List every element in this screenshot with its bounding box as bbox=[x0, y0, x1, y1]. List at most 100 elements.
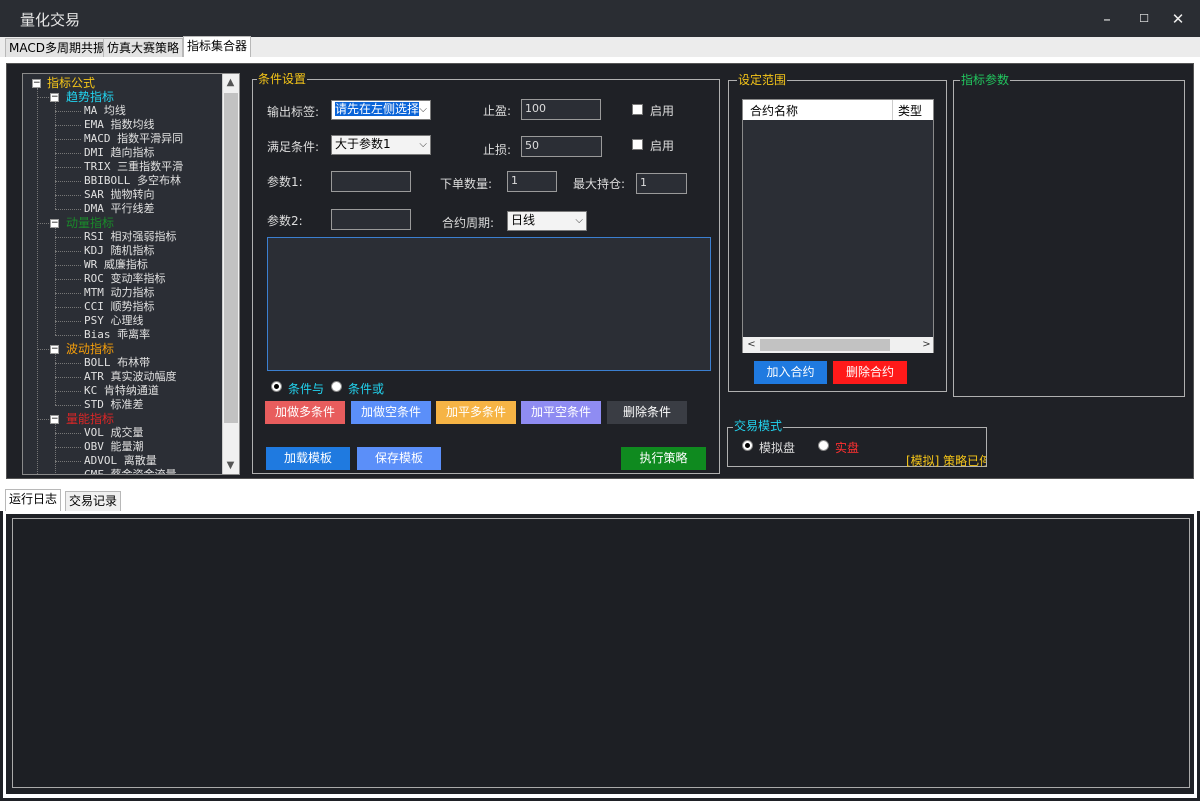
radio-sim-label: 模拟盘 bbox=[759, 441, 796, 455]
close-short-button[interactable]: 加平空条件 bbox=[521, 401, 601, 424]
close-icon[interactable]: ✕ bbox=[1166, 8, 1190, 30]
tree-item[interactable]: MA 均线 bbox=[84, 104, 126, 118]
radio-and[interactable] bbox=[271, 381, 282, 392]
add-long-button[interactable]: 加做多条件 bbox=[265, 401, 345, 424]
collapse-icon[interactable]: − bbox=[32, 79, 41, 88]
scroll-left-icon[interactable]: < bbox=[743, 339, 760, 350]
param2-input[interactable] bbox=[331, 209, 411, 230]
radio-real-label: 实盘 bbox=[835, 441, 860, 455]
tree-item[interactable]: SAR 抛物转向 bbox=[84, 188, 155, 202]
enable-label-1: 启用 bbox=[650, 104, 675, 118]
tree-item[interactable]: Bias 乖离率 bbox=[84, 328, 150, 342]
period-value: 日线 bbox=[511, 213, 536, 227]
tree-connector bbox=[55, 433, 81, 434]
tree-item[interactable]: PSY 心理线 bbox=[84, 314, 144, 328]
col-contract-name[interactable]: 合约名称 bbox=[750, 102, 798, 119]
tab-macd[interactable]: MACD多周期共振 bbox=[5, 38, 109, 57]
tab-trade-records[interactable]: 交易记录 bbox=[65, 491, 122, 511]
tree-item[interactable]: BBIBOLL 多空布林 bbox=[84, 174, 181, 188]
param1-input[interactable] bbox=[331, 171, 411, 192]
contract-list-scroll-thumb[interactable] bbox=[760, 339, 890, 351]
take-profit-checkbox[interactable] bbox=[632, 104, 643, 115]
params-group-label: 指标参数 bbox=[960, 73, 1011, 87]
tree-connector bbox=[55, 377, 81, 378]
save-template-button[interactable]: 保存模板 bbox=[357, 447, 441, 470]
add-contract-button[interactable]: 加入合约 bbox=[754, 361, 827, 384]
tree-item[interactable]: DMI 趋向指标 bbox=[84, 146, 155, 160]
tree-connector bbox=[37, 419, 51, 420]
delete-condition-button[interactable]: 删除条件 bbox=[607, 401, 687, 424]
tree-item[interactable]: MTM 动力指标 bbox=[84, 286, 155, 300]
strategy-status: [模拟] 策略已停 bbox=[906, 454, 986, 468]
scroll-up-icon[interactable]: ▲ bbox=[222, 77, 239, 88]
output-select[interactable]: 请先在左侧选择 ⌵ bbox=[331, 100, 431, 120]
collapse-icon[interactable]: − bbox=[50, 415, 59, 424]
tree-connector bbox=[55, 195, 81, 196]
tree-item[interactable]: CCI 顺势指标 bbox=[84, 300, 155, 314]
tree-connector bbox=[55, 265, 81, 266]
satisfy-label: 满足条件: bbox=[267, 140, 320, 154]
param1-label: 参数1: bbox=[267, 175, 303, 189]
tree-item[interactable]: TRIX 三重指数平滑 bbox=[84, 160, 183, 174]
remove-contract-button[interactable]: 删除合约 bbox=[833, 361, 907, 384]
satisfy-select[interactable]: 大于参数1 ⌵ bbox=[331, 135, 431, 155]
close-long-button[interactable]: 加平多条件 bbox=[436, 401, 516, 424]
max-position-input[interactable]: 1 bbox=[636, 173, 687, 194]
tree-item[interactable]: ROC 变动率指标 bbox=[84, 272, 166, 286]
tree-connector bbox=[55, 335, 81, 336]
scroll-right-icon[interactable]: > bbox=[918, 339, 935, 350]
tree-group-3[interactable]: 量能指标 bbox=[66, 412, 114, 426]
tree-item[interactable]: RSI 相对强弱指标 bbox=[84, 230, 177, 244]
collapse-icon[interactable]: − bbox=[50, 219, 59, 228]
execute-strategy-button[interactable]: 执行策略 bbox=[621, 447, 706, 470]
condition-text-area[interactable] bbox=[267, 237, 711, 371]
tree-item[interactable]: WR 威廉指标 bbox=[84, 258, 148, 272]
tree-connector bbox=[37, 88, 38, 474]
tree-group-0[interactable]: 趋势指标 bbox=[66, 90, 114, 104]
tab-contest[interactable]: 仿真大赛策略 bbox=[103, 38, 184, 57]
run-log-area[interactable] bbox=[12, 518, 1190, 788]
stop-loss-input[interactable]: 50 bbox=[521, 136, 602, 157]
collapse-icon[interactable]: − bbox=[50, 345, 59, 354]
radio-sim[interactable] bbox=[742, 440, 753, 451]
contract-list[interactable] bbox=[742, 99, 934, 353]
tree-group-2[interactable]: 波动指标 bbox=[66, 342, 114, 356]
tab-run-log[interactable]: 运行日志 bbox=[5, 489, 62, 511]
tree-item[interactable]: ADVOL 离散量 bbox=[84, 454, 157, 468]
tab-indicator-set[interactable]: 指标集合器 bbox=[183, 36, 252, 57]
tree-item[interactable]: EMA 指数均线 bbox=[84, 118, 155, 132]
range-group-label: 设定范围 bbox=[737, 73, 788, 87]
chevron-down-icon: ⌵ bbox=[575, 215, 583, 226]
take-profit-input[interactable]: 100 bbox=[521, 99, 601, 120]
tree-scroll-thumb[interactable] bbox=[224, 93, 238, 423]
tree-item[interactable]: VOL 成交量 bbox=[84, 426, 144, 440]
tree-connector bbox=[55, 237, 81, 238]
tree-connector bbox=[55, 228, 56, 335]
tree-item[interactable]: MACD 指数平滑异同 bbox=[84, 132, 183, 146]
take-profit-label: 止盈: bbox=[483, 104, 512, 118]
tree-item[interactable]: DMA 平行线差 bbox=[84, 202, 155, 216]
tree-item[interactable]: KC 肯特纳通道 bbox=[84, 384, 159, 398]
tree-item[interactable]: ATR 真实波动幅度 bbox=[84, 370, 177, 384]
order-qty-input[interactable]: 1 bbox=[507, 171, 557, 192]
stop-loss-checkbox[interactable] bbox=[632, 139, 643, 150]
tree-item[interactable]: STD 标准差 bbox=[84, 398, 144, 412]
tree-item[interactable]: BOLL 布林带 bbox=[84, 356, 150, 370]
scroll-down-icon[interactable]: ▼ bbox=[222, 460, 239, 471]
tree-item[interactable]: OBV 能量潮 bbox=[84, 440, 144, 454]
tree-root[interactable]: 指标公式 bbox=[47, 76, 95, 90]
condition-group-label: 条件设置 bbox=[257, 72, 308, 86]
collapse-icon[interactable]: − bbox=[50, 93, 59, 102]
maximize-icon[interactable]: ☐ bbox=[1132, 8, 1156, 30]
load-template-button[interactable]: 加载模板 bbox=[266, 447, 350, 470]
col-type[interactable]: 类型 bbox=[898, 102, 922, 119]
tree-connector bbox=[55, 167, 81, 168]
tree-group-1[interactable]: 动量指标 bbox=[66, 216, 114, 230]
radio-or[interactable] bbox=[331, 381, 342, 392]
radio-real[interactable] bbox=[818, 440, 829, 451]
tree-connector bbox=[55, 363, 81, 364]
add-short-button[interactable]: 加做空条件 bbox=[351, 401, 431, 424]
tree-item[interactable]: KDJ 随机指标 bbox=[84, 244, 155, 258]
period-select[interactable]: 日线 ⌵ bbox=[507, 211, 587, 231]
minimize-icon[interactable]: – bbox=[1095, 8, 1119, 30]
